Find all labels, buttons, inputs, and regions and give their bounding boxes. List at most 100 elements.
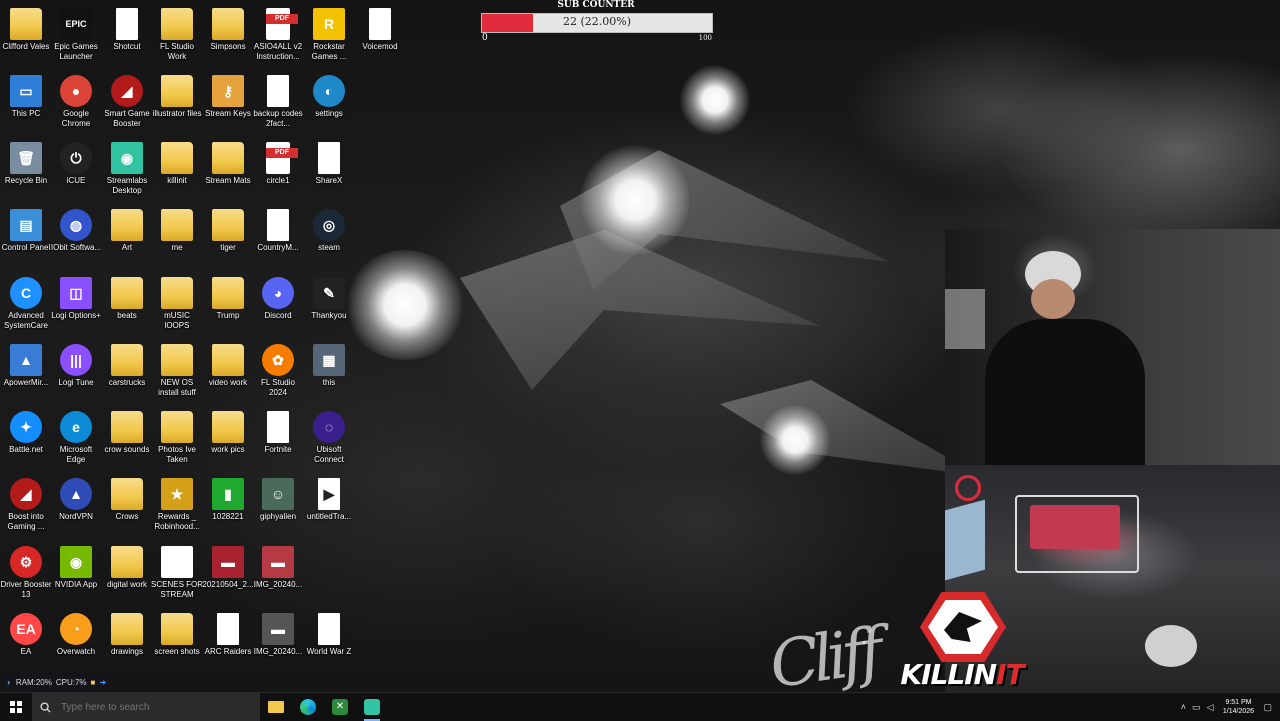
desktop-icon[interactable]: Shotcut — [101, 2, 153, 52]
desktop-icon[interactable]: Simpsons — [202, 2, 254, 52]
desktop-icon[interactable]: ◉ NVIDIA App — [50, 540, 102, 590]
search-input[interactable] — [59, 700, 243, 714]
desktop-icon[interactable]: Voicemod — [354, 2, 406, 52]
desktop-icon[interactable]: ▦ this — [303, 338, 355, 388]
folder-icon — [111, 344, 143, 376]
desktop-icon[interactable]: digital work — [101, 540, 153, 590]
desktop-icon[interactable]: ||| Logi Tune — [50, 338, 102, 388]
desktop-icon[interactable]: ▭ This PC — [0, 69, 52, 119]
desktop-icon[interactable]: screen shots — [151, 607, 203, 657]
desktop-icon[interactable]: ◍ IObit Softwa... — [50, 203, 102, 253]
desktop-icon[interactable]: carstrucks — [101, 338, 153, 388]
desktop-icon[interactable]: Photos Ive Taken — [151, 405, 203, 465]
desktop-icon[interactable]: ⏻ iCUE — [50, 136, 102, 186]
desktop-icon[interactable]: ◕ Discord — [252, 271, 304, 321]
app-glyph-icon: 🗑 — [17, 150, 35, 166]
desktop-icon[interactable]: ▬ IMG_20240... — [252, 607, 304, 657]
desktop-icon[interactable]: FL Studio Work — [151, 2, 203, 62]
desktop-icon[interactable]: tiger — [202, 203, 254, 253]
desktop-icon[interactable]: NEW OS install stuff — [151, 338, 203, 398]
start-button[interactable] — [0, 693, 32, 721]
desktop-icon[interactable]: ▶ untitledTra... — [303, 472, 355, 522]
desktop-icon[interactable]: ⚷ Stream Keys — [202, 69, 254, 119]
desktop-icon[interactable]: mUSIC lOOPS — [151, 271, 203, 331]
file-explorer-icon[interactable] — [260, 693, 292, 721]
chevron-up-icon[interactable]: ˄ — [1181, 702, 1186, 712]
streamlabs-icon[interactable] — [356, 693, 388, 721]
desktop-icon[interactable]: ▦ SCENES FOR STREAM — [151, 540, 203, 600]
clock[interactable]: 9:51 PM 1/14/2026 — [1219, 698, 1257, 716]
desktop-icon[interactable]: Stream Mats — [202, 136, 254, 186]
desktop-icon[interactable]: illustrator files — [151, 69, 203, 119]
desktop-icon[interactable]: CountryM... — [252, 203, 304, 253]
desktop-icon[interactable]: 🗑 Recycle Bin — [0, 136, 52, 186]
desktop-icon-label: crow sounds — [104, 445, 150, 454]
desktop-icon[interactable]: Clifford Vales — [0, 2, 52, 52]
app-icon: ◕ — [262, 277, 294, 309]
app-icon: ▤ — [10, 209, 42, 241]
desktop-icon[interactable]: ▮ 1028221 — [202, 472, 254, 522]
desktop-icon[interactable]: me — [151, 203, 203, 253]
desktop-icon[interactable]: World War Z — [303, 607, 355, 657]
desktop-icon[interactable]: R Rockstar Games ... — [303, 2, 355, 62]
desktop-icon[interactable]: Art — [101, 203, 153, 253]
desktop-icon[interactable]: Fortnite — [252, 405, 304, 455]
desktop-icon[interactable]: Trump — [202, 271, 254, 321]
desktop-icon[interactable]: EA EA — [0, 607, 52, 657]
desktop-icon[interactable]: ▬ 20210504_2... — [202, 540, 254, 590]
desktop-icon[interactable]: ▤ Control Panel — [0, 203, 52, 253]
desktop-icon[interactable]: killinit — [151, 136, 203, 186]
app-icon: ◎ — [313, 209, 345, 241]
desktop-icon[interactable]: ◌ Ubisoft Connect — [303, 405, 355, 465]
pdf-icon: PDF — [266, 142, 298, 174]
xbox-icon[interactable]: ✕ — [324, 693, 356, 721]
desktop-icon[interactable]: ▬ IMG_20240... — [252, 540, 304, 590]
desktop-icon[interactable]: e Microsoft Edge — [50, 405, 102, 465]
desktop-icon[interactable]: ◉ Streamlabs Desktop — [101, 136, 153, 196]
desktop-icon[interactable]: ☺ giphyalien — [252, 472, 304, 522]
desktop-icon[interactable]: Crows — [101, 472, 153, 522]
desktop-icon[interactable]: ● Google Chrome — [50, 69, 102, 129]
desktop-icon[interactable]: beats — [101, 271, 153, 321]
document-icon — [116, 8, 138, 40]
desktop-icon[interactable]: PDF ASIO4ALL v2 Instruction... — [252, 2, 304, 62]
desktop-icon[interactable]: ShareX — [303, 136, 355, 186]
network-icon[interactable]: ▭ — [1192, 702, 1201, 713]
desktop-icon-label: FL Studio 2024 — [261, 378, 295, 397]
arrow-icon[interactable]: ➜ — [99, 678, 106, 687]
desktop-icon-label: carstrucks — [108, 378, 146, 387]
desktop-icon[interactable]: crow sounds — [101, 405, 153, 455]
desktop-icon[interactable]: video work — [202, 338, 254, 388]
app-icon: ◐ — [313, 75, 345, 107]
desktop-icon[interactable]: C Advanced SystemCare — [0, 271, 52, 331]
desktop-icon[interactable]: ▲ ApowerMir... — [0, 338, 52, 388]
desktop-icon[interactable]: drawings — [101, 607, 153, 657]
desktop-icon-label: giphyalien — [259, 512, 297, 521]
desktop-icon[interactable]: ⚙ Driver Booster 13 — [0, 540, 52, 600]
desktop-icon[interactable]: ▲ NordVPN — [50, 472, 102, 522]
desktop-icon[interactable]: backup codes 2fact... — [252, 69, 304, 129]
notifications-icon[interactable]: ▢ — [1263, 702, 1272, 713]
desktop-icon[interactable]: ◢ Boost into Gaming ... — [0, 472, 52, 532]
desktop-icon[interactable]: EPIC Epic Games Launcher — [50, 2, 102, 62]
desktop-icon[interactable]: ✦ Battle.net — [0, 405, 52, 455]
desktop-icon[interactable]: ARC Raiders — [202, 607, 254, 657]
speaker-icon[interactable]: ◁ — [1207, 702, 1214, 713]
desktop-icon[interactable]: ◎ steam — [303, 203, 355, 253]
desktop-icon[interactable]: ✎ Thankyou — [303, 271, 355, 321]
desktop-icon[interactable]: ◐ settings — [303, 69, 355, 119]
desktop-icon[interactable]: PDF circle1 — [252, 136, 304, 186]
desktop-icon[interactable]: ✿ FL Studio 2024 — [252, 338, 304, 398]
desktop-icon[interactable]: ★ Rewards _ Robinhood... — [151, 472, 203, 532]
desktop-icon-label: Microsoft Edge — [59, 445, 93, 464]
desktop-icon-label: Epic Games Launcher — [54, 42, 98, 61]
app-glyph-icon: ▦ — [170, 554, 184, 570]
desktop-icon[interactable]: ◢ Smart Game Booster — [101, 69, 153, 129]
desktop-icon[interactable]: ◫ Logi Options+ — [50, 271, 102, 321]
desktop-icon[interactable]: ◔ Overwatch — [50, 607, 102, 657]
taskbar-search[interactable] — [32, 693, 260, 721]
desktop-icon[interactable]: work pics — [202, 405, 254, 455]
app-glyph-icon: ◢ — [20, 486, 32, 502]
folder-icon[interactable]: ■ — [91, 678, 96, 687]
edge-icon[interactable] — [292, 693, 324, 721]
